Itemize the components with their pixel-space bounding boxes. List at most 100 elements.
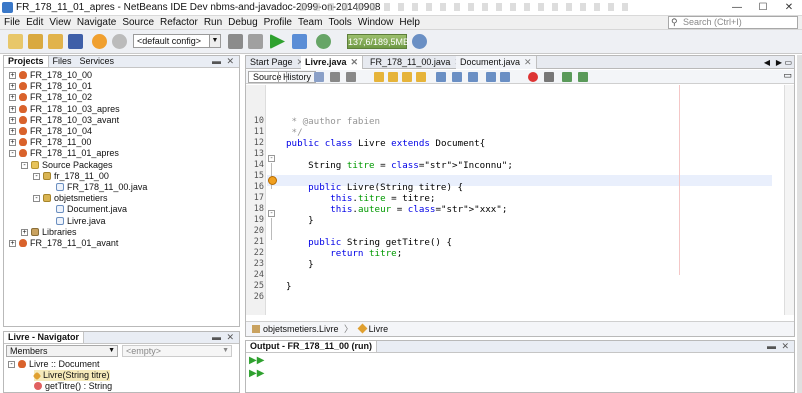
code-line[interactable]: public Livre(String titre) { [286,182,463,193]
open-project-icon[interactable] [48,34,63,49]
close-icon[interactable]: ✕ [524,57,532,67]
fold-toggle-icon[interactable]: - [268,155,275,162]
code-line[interactable]: } [286,281,292,292]
back-icon[interactable] [330,72,340,82]
tab-livre-java[interactable]: Livre.java ✕ [301,56,364,69]
comment-icon[interactable] [562,72,572,82]
menu-team[interactable]: Team [296,16,324,29]
last-edit-icon[interactable] [314,72,324,82]
previous-bookmark-icon[interactable] [452,72,462,82]
breadcrumb-item[interactable]: objetsmetiers.Livre [263,324,339,334]
code-line[interactable]: this.auteur = class="str">"xxx"; [286,204,507,215]
tree-item[interactable]: Livre.java [45,216,106,227]
toggle-highlight-icon[interactable] [416,72,426,82]
tab-start-page[interactable]: Start Page✕ [246,56,310,69]
menu-navigate[interactable]: Navigate [75,16,118,29]
code-line[interactable]: */ [286,127,303,138]
navigator-item[interactable]: getTitre() : String [34,381,112,392]
tab-list-icon[interactable]: ▭ [784,56,792,69]
expand-icon[interactable]: + [9,139,16,147]
collapse-icon[interactable]: - [33,195,40,203]
profile-icon[interactable] [316,34,331,49]
rerun-icon[interactable]: ▶▶ [249,355,264,366]
expand-icon[interactable]: + [9,105,16,113]
forward-icon[interactable] [346,72,356,82]
menu-run[interactable]: Run [202,16,224,29]
collapse-icon[interactable]: - [8,361,15,368]
shift-left-icon[interactable] [486,72,496,82]
rerun-with-params-icon[interactable]: ▶▶ [249,368,264,379]
code-line[interactable]: return titre; [286,248,402,259]
expand-icon[interactable]: + [9,94,16,102]
tab-services[interactable]: Services [76,56,119,67]
collapse-icon[interactable]: - [33,172,40,180]
next-bookmark-icon[interactable] [468,72,478,82]
expand-icon[interactable]: + [9,83,16,91]
tree-item[interactable]: + FR_178_10_00 [9,70,92,81]
menu-file[interactable]: File [2,16,22,29]
redo-icon[interactable] [112,34,127,49]
save-all-icon[interactable] [68,34,83,49]
tab-scroll-left-icon[interactable]: ◀ [764,56,770,69]
tree-item[interactable]: - FR_178_11_01_apres [9,148,119,159]
menu-edit[interactable]: Edit [24,16,45,29]
warning-hint-icon[interactable] [268,176,277,185]
search-input[interactable]: ⚲ Search (Ctrl+I) [668,16,798,29]
editor-scrollbar[interactable] [784,85,794,315]
tree-item[interactable]: - Source Packages [21,160,113,171]
tree-item[interactable]: + Libraries [21,227,77,238]
expand-icon[interactable]: + [9,128,16,135]
debug-icon[interactable] [292,34,307,49]
tab-files[interactable]: Files [49,56,76,67]
tab-fr-178-11-00-java[interactable]: FR_178_11_00.java✕ [366,56,467,69]
maximize-button[interactable]: ☐ [750,0,776,15]
expand-icon[interactable]: + [9,116,16,124]
collapse-icon[interactable]: - [9,150,16,158]
clean-build-icon[interactable] [248,34,263,49]
tree-item[interactable]: + FR_178_10_01 [9,81,92,92]
code-line[interactable]: } [286,215,314,226]
close-button[interactable]: ✕ [776,0,802,15]
breadcrumb-item[interactable]: Livre [369,324,389,334]
start-macro-icon[interactable] [528,72,538,82]
collapse-icon[interactable]: - [21,161,28,169]
expand-icon[interactable]: + [21,228,28,236]
menu-tools[interactable]: Tools [326,16,353,29]
close-panel-icon[interactable]: ✕ [222,332,238,343]
navigator-second-select[interactable]: <empty> ▼ [122,345,232,357]
menu-source[interactable]: Source [120,16,156,29]
menu-window[interactable]: Window [356,16,396,29]
minimize-button[interactable]: — [724,0,750,15]
tree-item[interactable]: + FR_178_10_03_apres [9,104,120,115]
maximize-editor-icon[interactable]: ▭ [783,70,792,81]
tree-item[interactable]: + FR_178_11_00 [9,137,91,148]
stop-macro-icon[interactable] [544,72,554,82]
tree-item[interactable]: - fr_178_11_00 [33,171,109,182]
tree-item[interactable]: Document.java [45,204,127,215]
run-icon[interactable] [270,34,285,49]
find-previous-icon[interactable] [388,72,398,82]
history-button[interactable]: History [278,71,317,83]
tree-item[interactable]: + FR_178_11_01_avant [9,238,118,249]
menu-debug[interactable]: Debug [226,16,259,29]
menu-refactor[interactable]: Refactor [158,16,200,29]
memory-indicator[interactable]: 137,6/189,5MB [347,34,409,49]
code-line[interactable]: } [286,259,314,270]
tree-item[interactable]: + FR_178_10_03_avant [9,115,119,126]
tree-item[interactable]: FR_178_11_00.java [45,182,147,193]
find-selection-icon[interactable] [374,72,384,82]
code-line[interactable]: * @author fabien [286,116,381,127]
navigator-item[interactable]: Livre(String titre) [32,370,110,381]
expand-icon[interactable]: + [9,72,16,79]
tree-item[interactable]: + FR_178_10_04 [9,126,92,137]
code-line[interactable]: String titre = class="str">"Inconnu"; [286,160,513,171]
menu-help[interactable]: Help [397,16,422,29]
new-file-icon[interactable] [8,34,23,49]
navigator-item[interactable]: - Livre :: Document [8,359,100,370]
undo-icon[interactable] [92,34,107,49]
find-next-icon[interactable] [402,72,412,82]
tab-document-java[interactable]: Document.java ✕ [456,56,537,69]
uncomment-icon[interactable] [578,72,588,82]
tree-item[interactable]: + FR_178_10_02 [9,92,92,103]
code-line[interactable]: public String getTitre() { [286,237,452,248]
